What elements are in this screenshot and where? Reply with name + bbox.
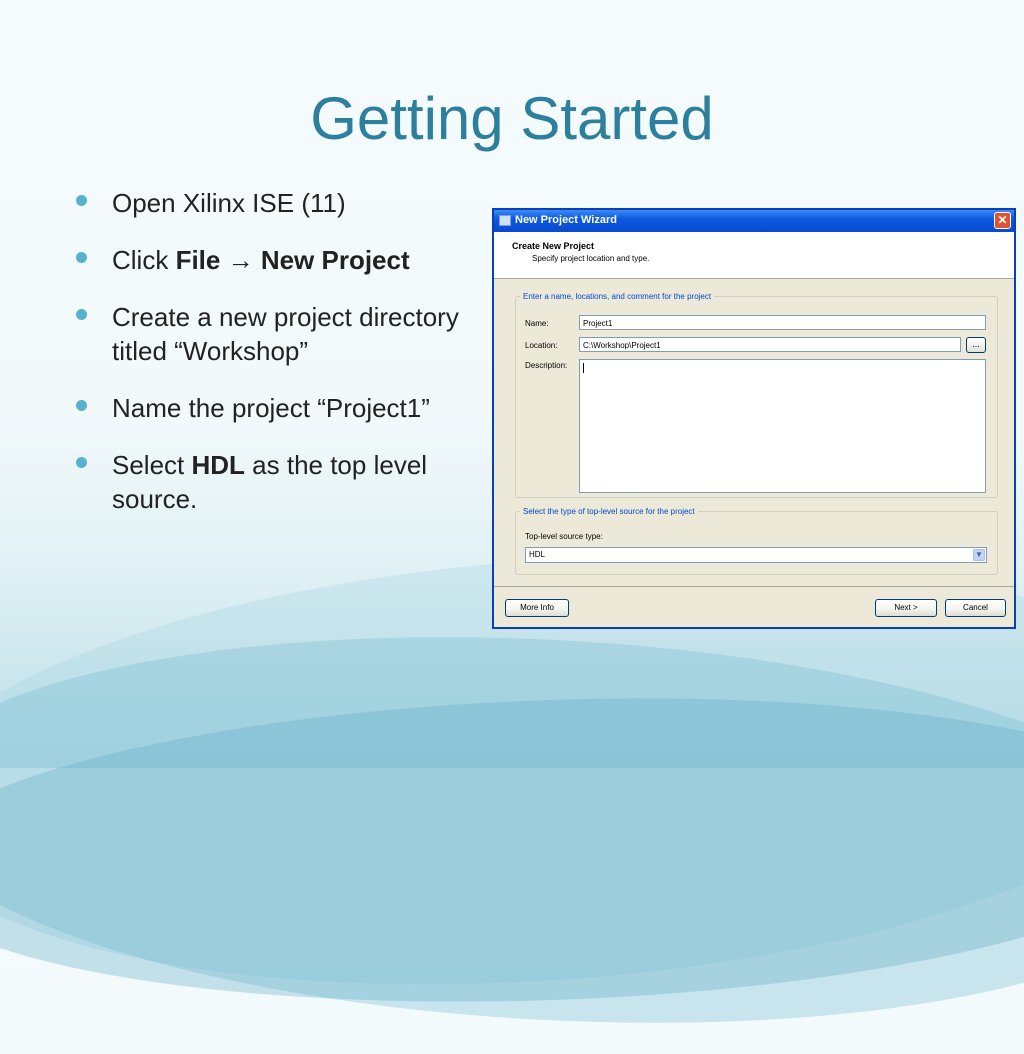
window-app-icon bbox=[499, 215, 511, 226]
group-legend: Select the type of top-level source for … bbox=[523, 507, 695, 516]
source-type-value: HDL bbox=[529, 550, 546, 559]
source-type-select[interactable]: HDL ▼ bbox=[525, 547, 987, 563]
text-caret bbox=[583, 363, 584, 373]
cancel-button[interactable]: Cancel bbox=[945, 599, 1006, 617]
dialog-title: New Project Wizard bbox=[515, 214, 617, 226]
bullet-item: Create a new project directory titled “W… bbox=[72, 300, 472, 368]
dialog-titlebar[interactable]: New Project Wizard ✕ bbox=[494, 210, 1014, 232]
browse-button[interactable]: ... bbox=[966, 337, 986, 353]
bullet-text-pre: Select bbox=[112, 450, 192, 480]
description-label: Description: bbox=[525, 361, 568, 370]
new-project-wizard-dialog: New Project Wizard ✕ Create New Project … bbox=[492, 208, 1016, 629]
location-label: Location: bbox=[525, 341, 558, 350]
bullet-text: Name the project “Project1” bbox=[112, 393, 430, 423]
description-textarea[interactable] bbox=[579, 359, 986, 493]
bullet-item: Click File → New Project bbox=[72, 243, 472, 277]
chevron-down-icon[interactable]: ▼ bbox=[973, 549, 985, 561]
bullet-dot-icon bbox=[76, 252, 87, 263]
bullet-bold-hdl: HDL bbox=[191, 450, 245, 480]
bullet-text-pre: Click bbox=[112, 245, 176, 275]
name-label: Name: bbox=[525, 319, 549, 328]
source-type-label: Top-level source type: bbox=[525, 532, 603, 541]
bullet-item: Open Xilinx ISE (11) bbox=[72, 186, 472, 220]
bullet-dot-icon bbox=[76, 457, 87, 468]
name-field[interactable]: Project1 bbox=[579, 315, 986, 330]
bullet-dot-icon bbox=[76, 309, 87, 320]
bullet-item: Name the project “Project1” bbox=[72, 391, 472, 425]
next-button[interactable]: Next > bbox=[875, 599, 937, 617]
bullet-bold-new-project: New Project bbox=[260, 245, 410, 275]
bullet-dot-icon bbox=[76, 400, 87, 411]
slide-title: Getting Started bbox=[310, 85, 714, 152]
header-subtitle: Specify project location and type. bbox=[532, 254, 650, 263]
close-icon[interactable]: ✕ bbox=[994, 212, 1011, 229]
more-info-button[interactable]: More Info bbox=[505, 599, 569, 617]
header-title: Create New Project bbox=[512, 241, 595, 251]
bullet-text: Open Xilinx ISE (11) bbox=[112, 188, 346, 218]
arrow-right-icon: → bbox=[220, 245, 261, 275]
footer-divider bbox=[494, 586, 1014, 587]
source-type-group: Select the type of top-level source for … bbox=[515, 507, 998, 575]
bullet-item: Select HDL as the top level source. bbox=[72, 448, 472, 516]
dialog-header: Create New Project Specify project locat… bbox=[494, 232, 1014, 279]
group-legend: Enter a name, locations, and comment for… bbox=[523, 292, 712, 301]
location-field[interactable]: C:\Workshop\Project1 bbox=[579, 337, 961, 352]
bullet-text: Create a new project directory titled “W… bbox=[112, 302, 459, 366]
bullet-list: Open Xilinx ISE (11) Click File → New Pr… bbox=[72, 186, 472, 539]
bullet-bold-file: File bbox=[175, 245, 221, 275]
bullet-dot-icon bbox=[76, 195, 87, 206]
